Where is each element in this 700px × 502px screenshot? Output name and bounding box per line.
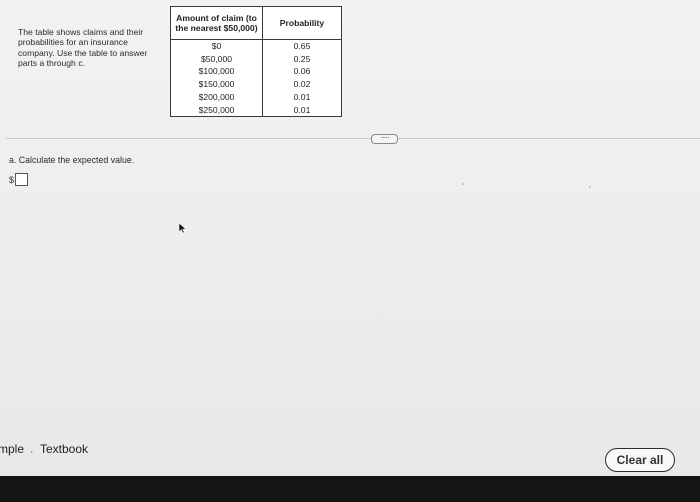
amount-cell: $0	[170, 38, 263, 53]
textbook-link[interactable]: Textbook	[40, 442, 88, 456]
claims-table: Amount of claim (to the nearest $50,000)…	[170, 6, 342, 118]
amount-cell: $200,000	[170, 90, 263, 104]
table-row: $0 0.65	[170, 38, 342, 53]
answer-row: $	[9, 173, 29, 186]
probability-cell: 0.25	[262, 52, 342, 66]
dollar-prefix: $	[9, 174, 15, 185]
clear-all-button[interactable]: Clear all	[605, 448, 675, 472]
table-row: $250,000 0.01	[170, 103, 342, 118]
probability-cell: 0.01	[262, 103, 342, 118]
screen-speck	[589, 186, 591, 188]
screen-speck	[462, 183, 464, 185]
amount-cell: $150,000	[170, 78, 263, 91]
section-divider	[6, 138, 700, 139]
table-row: $50,000 0.25	[170, 52, 342, 66]
table-row: $150,000 0.02	[170, 78, 342, 91]
table-row: $100,000 0.06	[170, 65, 342, 79]
amount-header: Amount of claim (to the nearest $50,000)	[170, 6, 263, 40]
question-page: The table shows claims and their probabi…	[0, 0, 700, 476]
expand-more-button[interactable]: ·····	[371, 134, 398, 144]
probability-cell: 0.65	[262, 38, 342, 53]
amount-cell: $250,000	[170, 103, 263, 118]
taskbar	[0, 476, 700, 502]
intro-text: The table shows claims and their probabi…	[18, 27, 148, 69]
footer-separator: .	[30, 442, 34, 456]
table-row: $200,000 0.01	[170, 90, 342, 104]
expected-value-input[interactable]	[15, 173, 29, 186]
amount-cell: $50,000	[170, 52, 263, 66]
amount-cell: $100,000	[170, 65, 263, 79]
question-a-text: a. Calculate the expected value.	[9, 155, 135, 165]
probability-cell: 0.02	[262, 78, 342, 91]
probability-cell: 0.06	[262, 65, 342, 79]
bottom-bar	[0, 431, 700, 476]
probability-cell: 0.01	[262, 90, 342, 104]
example-link[interactable]: mple	[0, 442, 24, 456]
probability-header: Probability	[262, 6, 342, 40]
